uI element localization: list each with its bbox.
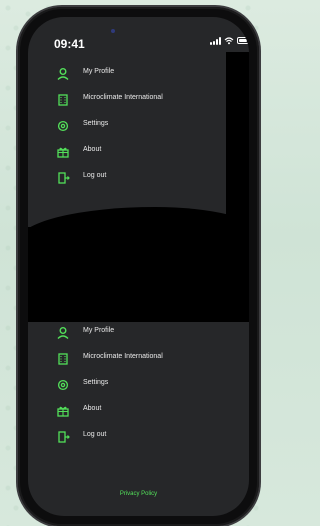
menu-item-microclimate[interactable]: Microclimate International bbox=[28, 88, 249, 114]
menu-label: My Profile bbox=[83, 68, 115, 75]
menu-label: Log out bbox=[83, 172, 107, 179]
gift-icon bbox=[57, 147, 69, 158]
menu-label: Microclimate International bbox=[83, 94, 163, 101]
menu-top: My Profile Microclimate International Se… bbox=[28, 62, 249, 192]
status-bar: 09:41 bbox=[28, 17, 249, 57]
camera-dot bbox=[111, 29, 115, 33]
menu-label: About bbox=[83, 146, 102, 153]
phone-screen: 09:41 My Profile Microclimate Internatio… bbox=[28, 17, 249, 516]
status-time: 09:41 bbox=[54, 37, 85, 51]
battery-icon bbox=[237, 37, 249, 44]
user-icon bbox=[57, 327, 69, 340]
user-icon bbox=[57, 68, 69, 81]
gear-icon bbox=[57, 379, 69, 391]
menu-label: My Profile bbox=[83, 327, 115, 334]
menu-item-settings[interactable]: Settings bbox=[28, 373, 249, 399]
menu-label: Settings bbox=[83, 120, 109, 127]
menu-item-settings[interactable]: Settings bbox=[28, 114, 249, 140]
menu-item-about[interactable]: About bbox=[28, 140, 249, 166]
logout-icon bbox=[58, 431, 70, 443]
menu-item-logout[interactable]: Log out bbox=[28, 166, 249, 192]
wifi-icon bbox=[224, 37, 234, 45]
building-icon bbox=[58, 94, 68, 106]
menu-item-about[interactable]: About bbox=[28, 399, 249, 425]
black-panel bbox=[28, 227, 249, 322]
signal-icon bbox=[210, 37, 221, 45]
privacy-policy-link[interactable]: Privacy Policy bbox=[28, 491, 249, 497]
logout-icon bbox=[58, 172, 70, 184]
menu-label: Log out bbox=[83, 431, 107, 438]
menu-bottom: My Profile Microclimate International Se… bbox=[28, 321, 249, 451]
building-icon bbox=[58, 353, 68, 365]
menu-label: Microclimate International bbox=[83, 353, 163, 360]
menu-item-microclimate[interactable]: Microclimate International bbox=[28, 347, 249, 373]
menu-label: About bbox=[83, 405, 102, 412]
gift-icon bbox=[57, 406, 69, 417]
menu-item-profile[interactable]: My Profile bbox=[28, 62, 249, 88]
menu-label: Settings bbox=[83, 379, 109, 386]
menu-item-profile[interactable]: My Profile bbox=[28, 321, 249, 347]
gear-icon bbox=[57, 120, 69, 132]
phone-frame: 09:41 My Profile Microclimate Internatio… bbox=[18, 7, 259, 526]
menu-item-logout[interactable]: Log out bbox=[28, 425, 249, 451]
